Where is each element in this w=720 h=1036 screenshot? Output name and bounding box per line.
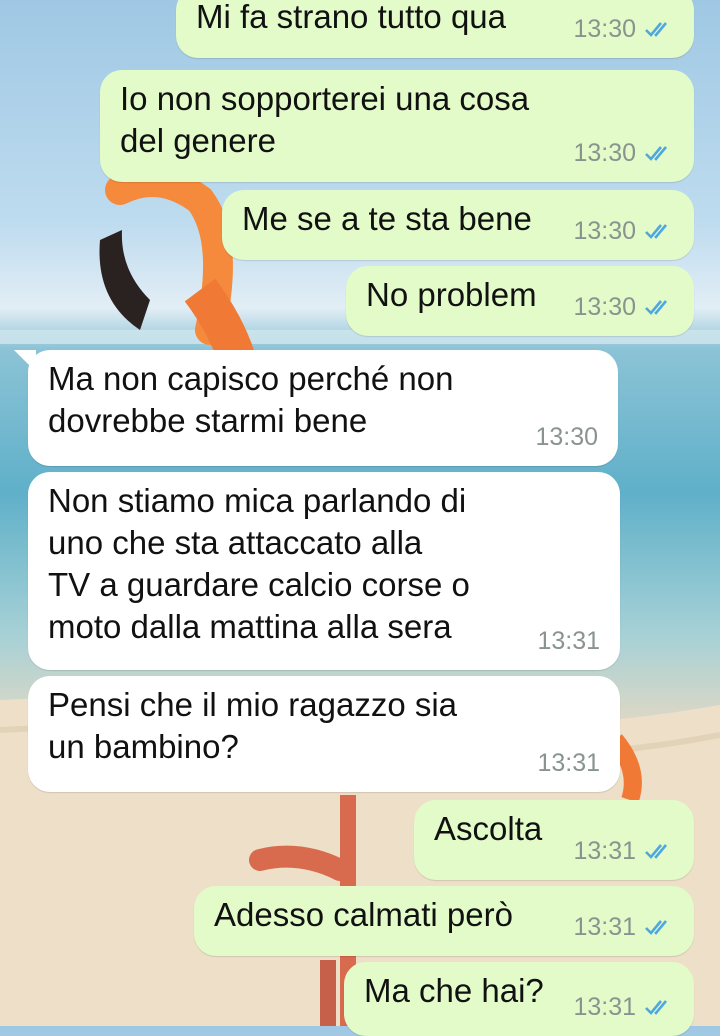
message-time: 13:30: [573, 139, 636, 167]
double-check-read-icon: [645, 844, 667, 859]
double-check-read-icon: [645, 146, 667, 161]
outgoing-message-bubble[interactable]: Io non sopporterei una cosa del genere 13…: [100, 70, 694, 182]
message-time: 13:31: [573, 913, 636, 941]
outgoing-message-bubble[interactable]: Ascolta 13:31: [414, 800, 694, 880]
message-meta: 13:30: [573, 286, 674, 328]
outgoing-message-bubble[interactable]: Me se a te sta bene 13:30: [222, 190, 694, 260]
message-meta: 13:30: [573, 132, 674, 174]
outgoing-message-bubble[interactable]: No problem 13:30: [346, 266, 694, 336]
message-time: 13:30: [573, 15, 636, 43]
message-text: Io non sopporterei una cosa del genere: [120, 80, 530, 159]
message-meta: 13:31: [537, 620, 600, 662]
incoming-message-bubble[interactable]: Non stiamo mica parlando di uno che sta …: [28, 472, 620, 670]
message-text: Non stiamo mica parlando di uno che sta …: [48, 482, 470, 645]
message-time: 13:31: [537, 627, 600, 655]
incoming-message-bubble[interactable]: Ma non capisco perché non dovrebbe starm…: [14, 350, 618, 466]
incoming-message-bubble[interactable]: Pensi che il mio ragazzo sia un bambino?…: [28, 676, 620, 792]
double-check-read-icon: [645, 224, 667, 239]
outgoing-message-bubble[interactable]: Mi fa strano tutto qua 13:30: [176, 0, 694, 58]
message-meta: 13:31: [573, 906, 674, 948]
outgoing-message-bubble[interactable]: Adesso calmati però 13:31: [194, 886, 694, 956]
double-check-read-icon: [645, 22, 667, 37]
message-time: 13:30: [573, 293, 636, 321]
message-meta: 13:31: [573, 830, 674, 872]
message-meta: 13:30: [573, 210, 674, 252]
message-time: 13:30: [535, 423, 598, 451]
message-meta: 13:31: [537, 742, 600, 784]
message-text: Ma non capisco perché non dovrebbe starm…: [48, 360, 454, 439]
bubble-tail: [14, 350, 36, 372]
message-meta: 13:30: [573, 8, 674, 50]
message-time: 13:31: [573, 837, 636, 865]
message-time: 13:30: [573, 217, 636, 245]
message-text: Pensi che il mio ragazzo sia un bambino?: [48, 686, 458, 765]
message-time: 13:31: [573, 993, 636, 1021]
message-meta: 13:30: [535, 416, 598, 458]
double-check-read-icon: [645, 1000, 667, 1015]
double-check-read-icon: [645, 300, 667, 315]
outgoing-message-bubble[interactable]: Ma che hai? 13:31: [344, 962, 694, 1036]
message-meta: 13:31: [573, 986, 674, 1028]
double-check-read-icon: [645, 920, 667, 935]
message-time: 13:31: [537, 749, 600, 777]
